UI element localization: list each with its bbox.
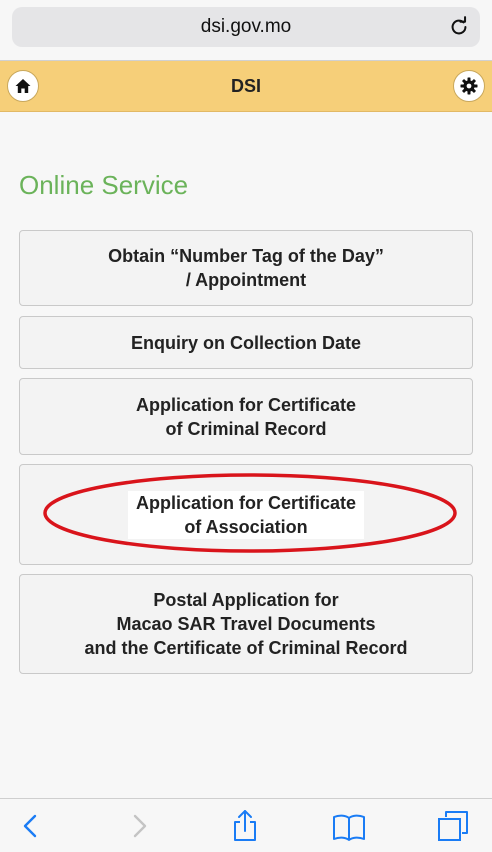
forward-icon[interactable] [122, 809, 156, 843]
bookmarks-icon[interactable] [332, 809, 366, 843]
service-number-tag-button[interactable]: Obtain “Number Tag of the Day” / Appoint… [19, 230, 473, 306]
share-icon[interactable] [228, 809, 262, 843]
site-title: DSI [230, 76, 261, 96]
service-label: Postal Application for Macao SAR Travel … [84, 590, 408, 658]
gear-icon [460, 77, 478, 95]
section-title: Online Service [19, 170, 189, 200]
address-url[interactable]: dsi.gov.mo [12, 7, 480, 47]
site-header: DSI [0, 61, 492, 112]
screen: dsi.gov.mo DSI Online Service Obtain “Nu… [0, 0, 492, 852]
service-label: Obtain “Number Tag of the Day” / Appoint… [108, 246, 384, 290]
address-bar[interactable]: dsi.gov.mo [12, 7, 480, 47]
reload-icon[interactable] [448, 16, 470, 38]
settings-button[interactable] [453, 70, 485, 102]
service-association-certificate-button[interactable]: Application for Certificate of Associati… [19, 464, 473, 565]
tabs-icon[interactable] [436, 809, 470, 843]
service-criminal-record-button[interactable]: Application for Certificate of Criminal … [19, 378, 473, 455]
service-collection-date-button[interactable]: Enquiry on Collection Date [19, 316, 473, 369]
browser-address-area: dsi.gov.mo [0, 0, 492, 61]
service-postal-application-button[interactable]: Postal Application for Macao SAR Travel … [19, 574, 473, 674]
browser-toolbar [0, 798, 492, 852]
back-icon[interactable] [14, 809, 48, 843]
service-label: Enquiry on Collection Date [130, 332, 362, 353]
service-label: Application for Certificate of Associati… [127, 490, 365, 539]
home-icon [15, 79, 31, 93]
home-button[interactable] [7, 70, 39, 102]
service-label: Application for Certificate of Criminal … [135, 394, 357, 439]
